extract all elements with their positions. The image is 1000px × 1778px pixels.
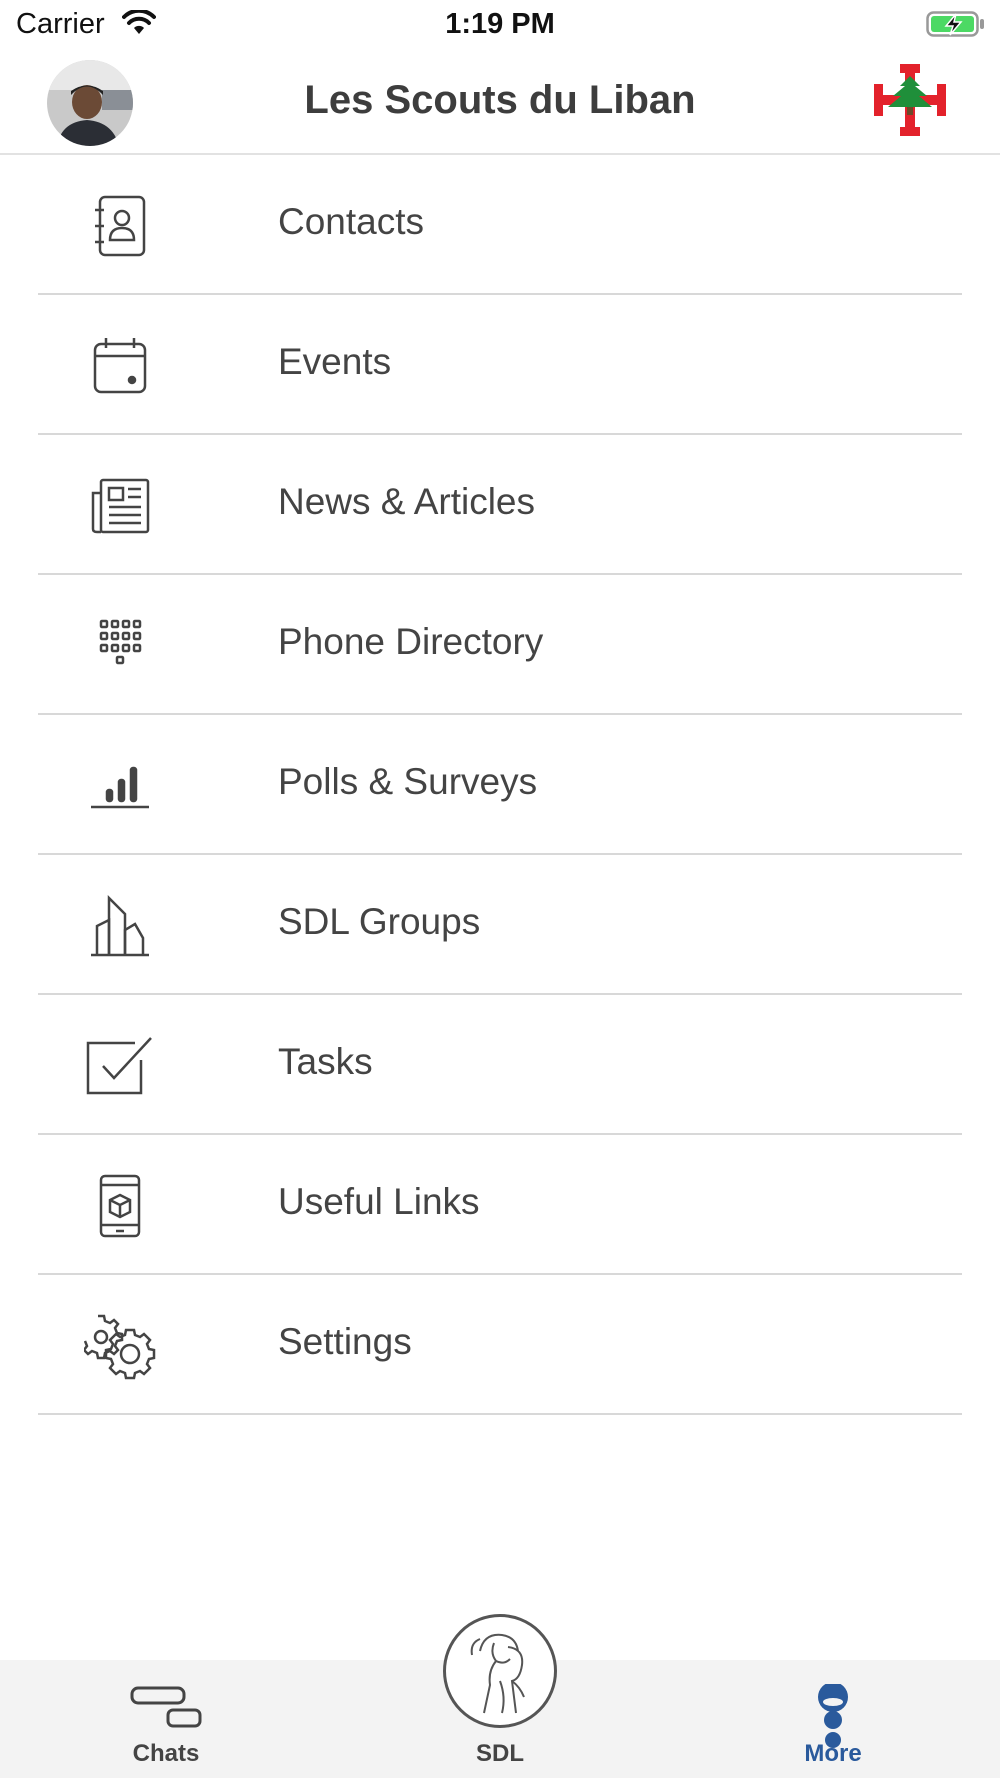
keypad-icon [80, 611, 160, 681]
menu-item-news-articles[interactable]: News & Articles [0, 435, 1000, 575]
status-time: 1:19 PM [445, 8, 555, 40]
bar-chart-icon [80, 751, 160, 821]
checkbox-icon [80, 1031, 160, 1101]
battery-charging-icon [926, 10, 986, 43]
menu-item-label: Settings [278, 1321, 412, 1362]
menu-item-settings[interactable]: Settings [0, 1275, 1000, 1415]
app-header: Les Scouts du Liban [0, 50, 1000, 155]
menu-item-label: News & Articles [278, 481, 536, 522]
calendar-icon [80, 331, 160, 401]
menu-item-label: Events [278, 341, 392, 382]
menu-item-events[interactable]: Events [0, 295, 1000, 435]
more-screen: Carrier 1:19 PM Les Scouts du Liban Cont… [0, 0, 1000, 1778]
contacts-book-icon [80, 191, 160, 261]
tab-chats[interactable]: Chats [66, 1660, 266, 1778]
scouts-du-liban-logo [872, 62, 948, 143]
tab-label: SDL [476, 1740, 524, 1767]
chats-icon [66, 1684, 266, 1730]
menu-item-label: Useful Links [278, 1181, 480, 1222]
gears-icon [80, 1311, 160, 1381]
menu-item-label: Phone Directory [278, 621, 544, 662]
menu-item-label: Polls & Surveys [278, 761, 538, 802]
tab-label: More [804, 1740, 862, 1767]
menu-item-label: SDL Groups [278, 901, 481, 942]
menu-item-tasks[interactable]: Tasks [0, 995, 1000, 1135]
page-title: Les Scouts du Liban [304, 78, 696, 122]
menu-item-phone-directory[interactable]: Phone Directory [0, 575, 1000, 715]
more-menu-list: Contacts Events News & Articles Phone Di… [0, 155, 1000, 1415]
status-bar: Carrier 1:19 PM [0, 0, 1000, 50]
tab-more[interactable]: More [733, 1660, 933, 1778]
menu-item-polls-surveys[interactable]: Polls & Surveys [0, 715, 1000, 855]
buildings-icon [80, 891, 160, 961]
menu-item-label: Contacts [278, 201, 425, 242]
menu-item-contacts[interactable]: Contacts [0, 155, 1000, 295]
mobile-box-icon [80, 1171, 160, 1241]
menu-item-useful-links[interactable]: Useful Links [0, 1135, 1000, 1275]
menu-item-sdl-groups[interactable]: SDL Groups [0, 855, 1000, 995]
newspaper-icon [80, 471, 160, 541]
scout-emblem-icon[interactable] [443, 1614, 557, 1728]
tab-label: Chats [132, 1740, 200, 1767]
menu-item-label: Tasks [278, 1041, 373, 1082]
